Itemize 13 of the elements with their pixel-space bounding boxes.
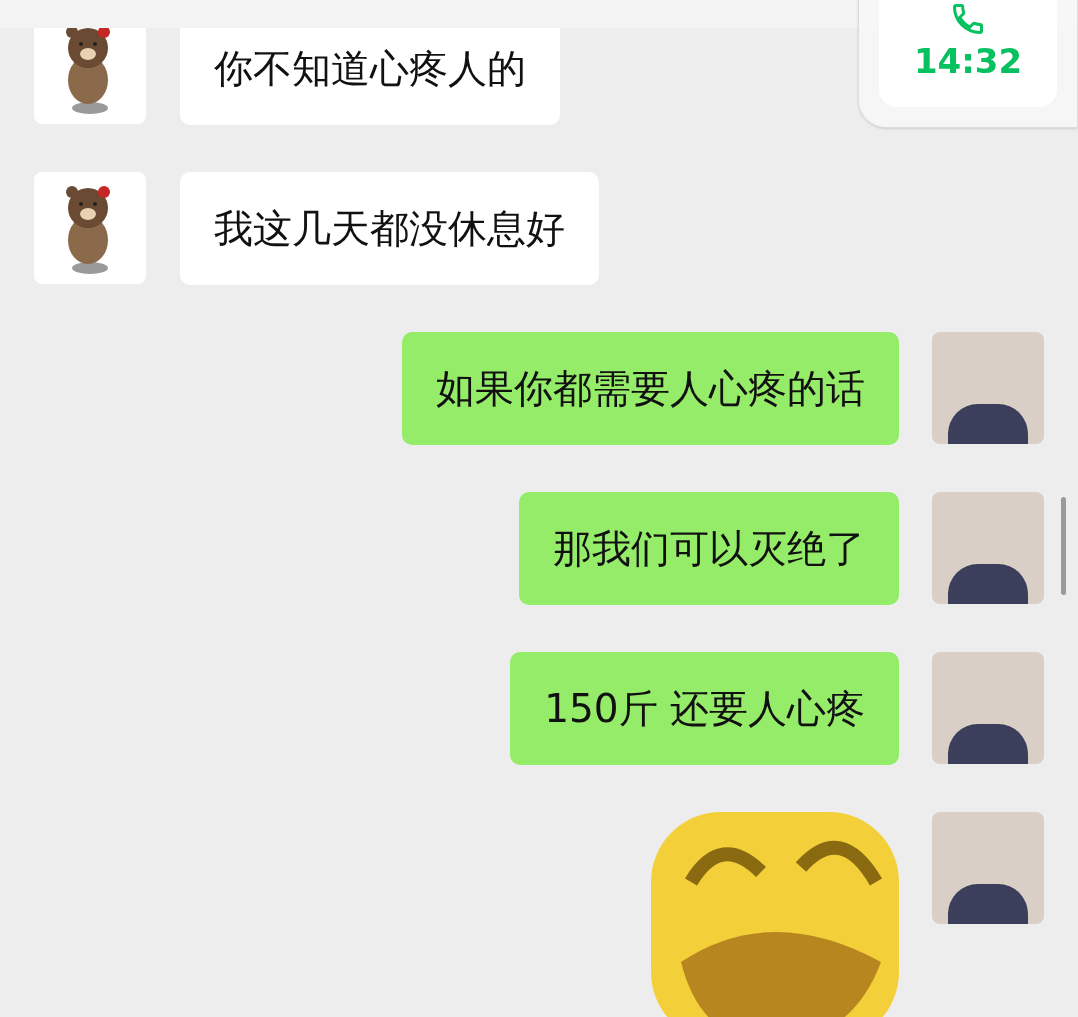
message-bubble: 你不知道心疼人的 <box>180 28 560 125</box>
avatar-photo-placeholder[interactable] <box>932 812 1044 924</box>
avatar-photo-placeholder[interactable] <box>932 652 1044 764</box>
message-bubble: 如果你都需要人心疼的话 <box>402 332 899 445</box>
message-bubble: 我这几天都没休息好 <box>180 172 599 285</box>
call-widget[interactable]: 14:32 <box>858 0 1078 128</box>
bear-avatar[interactable] <box>34 172 146 284</box>
avatar-photo-placeholder[interactable] <box>932 332 1044 444</box>
bear-avatar[interactable] <box>34 28 146 124</box>
message-bubble: 那我们可以灭绝了 <box>519 492 899 605</box>
call-duration: 14:32 <box>913 41 1023 81</box>
message-bubble: 150斤 还要人心疼 <box>510 652 899 765</box>
avatar-photo-placeholder[interactable] <box>932 492 1044 604</box>
